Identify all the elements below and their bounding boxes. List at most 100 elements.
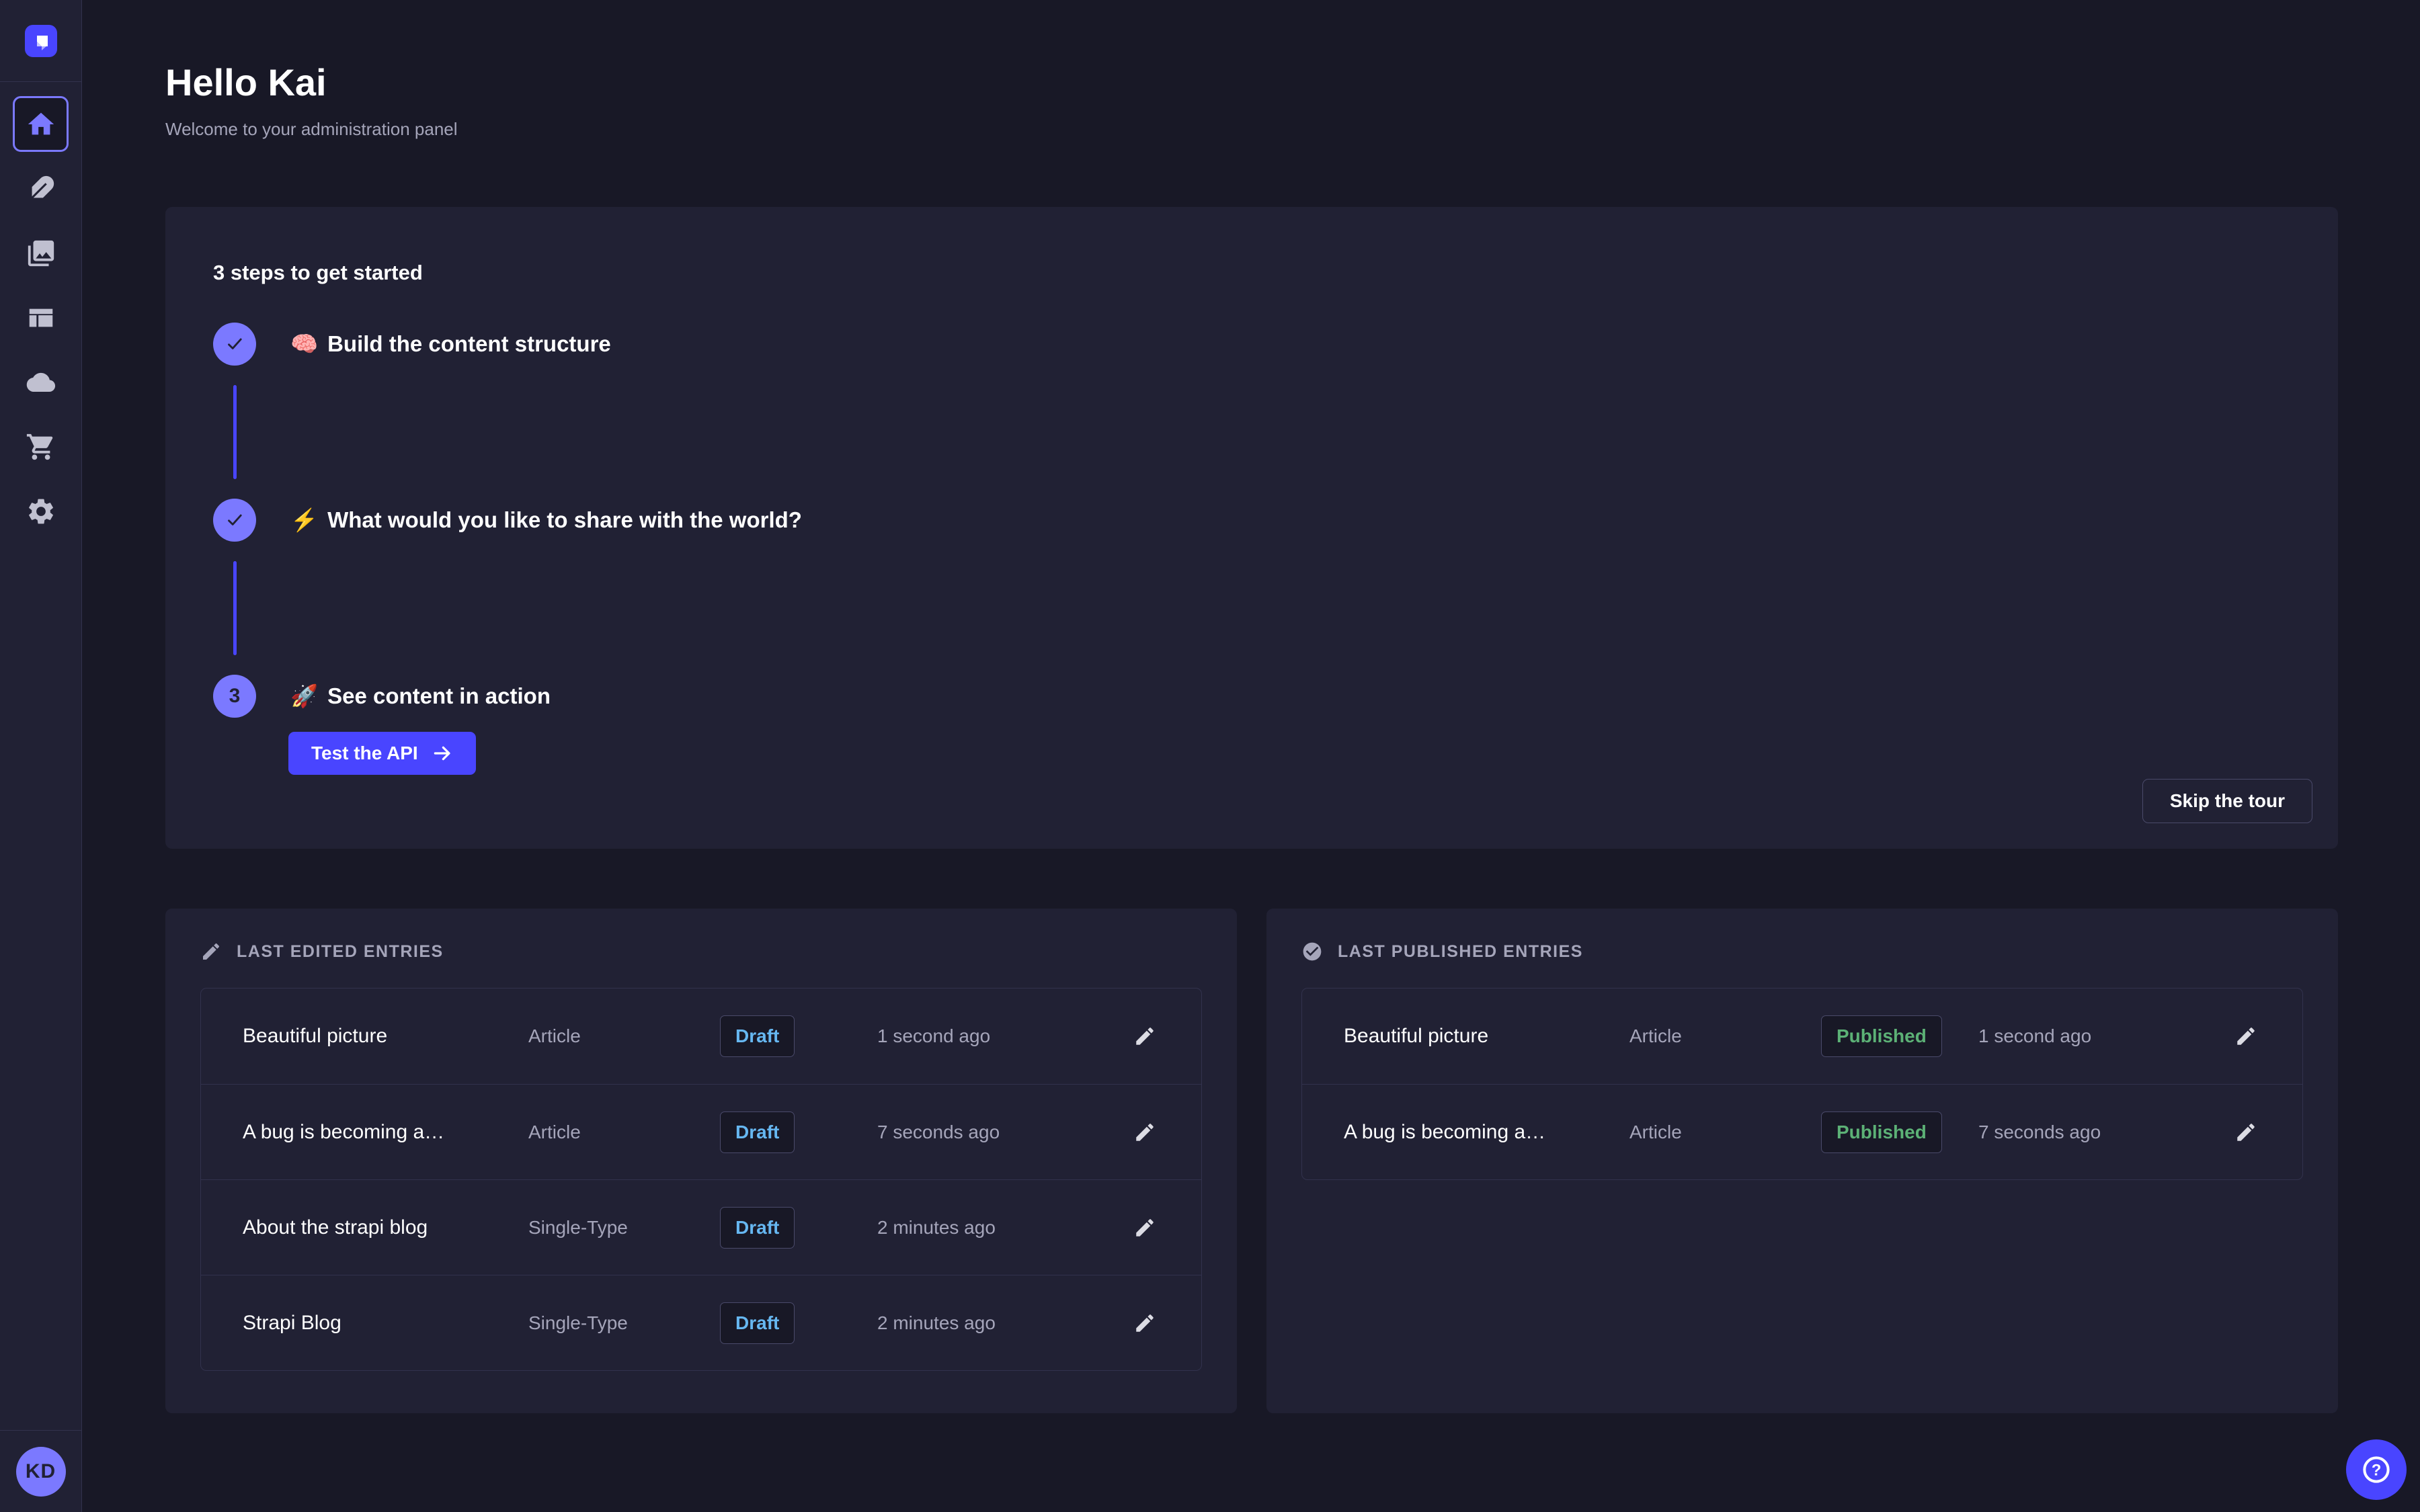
sidebar-item-content-type-builder[interactable] bbox=[13, 290, 69, 345]
entry-time: 1 second ago bbox=[875, 1025, 1130, 1047]
step-row-3: 3 🚀 See content in action bbox=[213, 675, 2291, 718]
question-circle-icon: ? bbox=[2361, 1454, 2392, 1485]
cart-icon bbox=[26, 431, 56, 462]
sidebar-nav bbox=[13, 96, 69, 539]
skip-row: Skip the tour bbox=[213, 779, 2312, 823]
main-content: Hello Kai Welcome to your administration… bbox=[82, 0, 2420, 1512]
pencil-icon bbox=[2234, 1025, 2257, 1048]
table-row[interactable]: A bug is becoming a… Article Published 7… bbox=[1302, 1084, 2302, 1179]
check-icon bbox=[223, 509, 246, 532]
edit-entry-button[interactable] bbox=[1130, 1021, 1160, 1051]
table-row[interactable]: Beautiful picture Article Published 1 se… bbox=[1302, 989, 2302, 1084]
entry-time: 2 minutes ago bbox=[875, 1312, 1130, 1334]
edit-entry-button[interactable] bbox=[1130, 1213, 1160, 1243]
status-badge: Draft bbox=[720, 1207, 795, 1249]
entry-time: 7 seconds ago bbox=[875, 1122, 1130, 1143]
last-edited-panel: LAST EDITED ENTRIES Beautiful picture Ar… bbox=[165, 909, 1237, 1413]
home-icon bbox=[26, 109, 56, 140]
cta-row: Test the API bbox=[288, 732, 2291, 775]
sidebar-item-content-manager[interactable] bbox=[13, 161, 69, 216]
sidebar-item-settings[interactable] bbox=[13, 483, 69, 539]
entry-type: Article bbox=[528, 1025, 720, 1047]
step-1-label: 🧠 Build the content structure bbox=[290, 331, 611, 358]
entry-title: Strapi Blog bbox=[243, 1312, 528, 1335]
status-badge: Published bbox=[1821, 1015, 1942, 1057]
step-row-2: ⚡What would you like to share with the w… bbox=[213, 499, 2291, 542]
logo-zone bbox=[0, 0, 81, 82]
check-icon bbox=[223, 333, 246, 355]
step-2-label: ⚡What would you like to share with the w… bbox=[290, 507, 802, 534]
entry-type: Article bbox=[528, 1122, 720, 1143]
edit-entry-button[interactable] bbox=[2231, 1118, 2261, 1147]
step-2-text: What would you like to share with the wo… bbox=[327, 507, 802, 532]
connector-zone bbox=[213, 542, 256, 675]
entry-time: 2 minutes ago bbox=[875, 1217, 1130, 1238]
table-row[interactable]: Beautiful picture Article Draft 1 second… bbox=[201, 989, 1201, 1084]
test-api-button[interactable]: Test the API bbox=[288, 732, 476, 775]
avatar[interactable]: KD bbox=[16, 1447, 66, 1497]
strapi-logo[interactable] bbox=[25, 25, 57, 57]
table-row[interactable]: About the strapi blog Single-Type Draft … bbox=[201, 1179, 1201, 1275]
strapi-logo-icon bbox=[25, 25, 57, 57]
last-edited-title: LAST EDITED ENTRIES bbox=[237, 942, 444, 962]
entry-type: Article bbox=[1629, 1122, 1821, 1143]
page-subtitle: Welcome to your administration panel bbox=[165, 119, 2338, 140]
status-badge: Draft bbox=[720, 1015, 795, 1057]
entry-title: Beautiful picture bbox=[1344, 1025, 1629, 1048]
pencil-icon bbox=[200, 941, 222, 962]
entry-type: Article bbox=[1629, 1025, 1821, 1047]
entries-panels: LAST EDITED ENTRIES Beautiful picture Ar… bbox=[165, 909, 2338, 1413]
check-circle-icon bbox=[1301, 941, 1323, 962]
edit-entry-button[interactable] bbox=[1130, 1308, 1160, 1338]
edit-entry-button[interactable] bbox=[2231, 1021, 2261, 1051]
pencil-icon bbox=[1133, 1216, 1156, 1239]
entry-title: About the strapi blog bbox=[243, 1216, 528, 1239]
step-3-circle: 3 bbox=[213, 675, 256, 718]
user-zone: KD bbox=[0, 1430, 81, 1512]
sidebar: KD bbox=[0, 0, 82, 1512]
step-connector bbox=[233, 385, 237, 479]
brain-emoji: 🧠 bbox=[290, 331, 318, 356]
skip-tour-button[interactable]: Skip the tour bbox=[2142, 779, 2312, 823]
onboarding-card: 3 steps to get started 🧠 Build the conten… bbox=[165, 207, 2338, 849]
step-3-label: 🚀 See content in action bbox=[290, 683, 551, 710]
steps-list: 🧠 Build the content structure ⚡What would… bbox=[213, 323, 2291, 775]
arrow-right-icon bbox=[432, 743, 453, 764]
strapi-admin-app: KD Hello Kai Welcome to your administrat… bbox=[0, 0, 2420, 1512]
connector-zone bbox=[213, 366, 256, 499]
step-1-circle bbox=[213, 323, 256, 366]
sidebar-item-media-library[interactable] bbox=[13, 225, 69, 281]
last-edited-header: LAST EDITED ENTRIES bbox=[200, 941, 1202, 962]
entry-title: A bug is becoming a… bbox=[243, 1121, 528, 1144]
last-published-table: Beautiful picture Article Published 1 se… bbox=[1301, 988, 2303, 1180]
step-connector bbox=[233, 561, 237, 655]
rocket-emoji: 🚀 bbox=[290, 683, 318, 708]
edit-entry-button[interactable] bbox=[1130, 1118, 1160, 1147]
pencil-icon bbox=[2234, 1121, 2257, 1144]
layout-icon bbox=[26, 302, 56, 333]
step-1-text: Build the content structure bbox=[327, 331, 611, 356]
pictures-icon bbox=[26, 238, 56, 269]
status-badge: Published bbox=[1821, 1111, 1942, 1153]
table-row[interactable]: A bug is becoming a… Article Draft 7 sec… bbox=[201, 1084, 1201, 1179]
question-glyph: ? bbox=[2372, 1461, 2382, 1479]
step-2-circle bbox=[213, 499, 256, 542]
sidebar-item-marketplace[interactable] bbox=[13, 419, 69, 474]
last-edited-table: Beautiful picture Article Draft 1 second… bbox=[200, 988, 1202, 1371]
step-3-text: See content in action bbox=[327, 683, 551, 708]
status-badge: Draft bbox=[720, 1302, 795, 1344]
table-row[interactable]: Strapi Blog Single-Type Draft 2 minutes … bbox=[201, 1275, 1201, 1370]
entry-type: Single-Type bbox=[528, 1312, 720, 1334]
help-button[interactable]: ? bbox=[2346, 1439, 2407, 1500]
test-api-label: Test the API bbox=[311, 743, 418, 764]
entry-type: Single-Type bbox=[528, 1217, 720, 1238]
sidebar-item-cloud[interactable] bbox=[13, 354, 69, 410]
entry-title: Beautiful picture bbox=[243, 1025, 528, 1048]
last-published-title: LAST PUBLISHED ENTRIES bbox=[1338, 942, 1583, 962]
sidebar-item-home[interactable] bbox=[13, 96, 69, 152]
entry-title: A bug is becoming a… bbox=[1344, 1121, 1629, 1144]
onboarding-title: 3 steps to get started bbox=[213, 261, 2291, 285]
step-row-1: 🧠 Build the content structure bbox=[213, 323, 2291, 366]
last-published-panel: LAST PUBLISHED ENTRIES Beautiful picture… bbox=[1266, 909, 2338, 1413]
last-published-header: LAST PUBLISHED ENTRIES bbox=[1301, 941, 2303, 962]
